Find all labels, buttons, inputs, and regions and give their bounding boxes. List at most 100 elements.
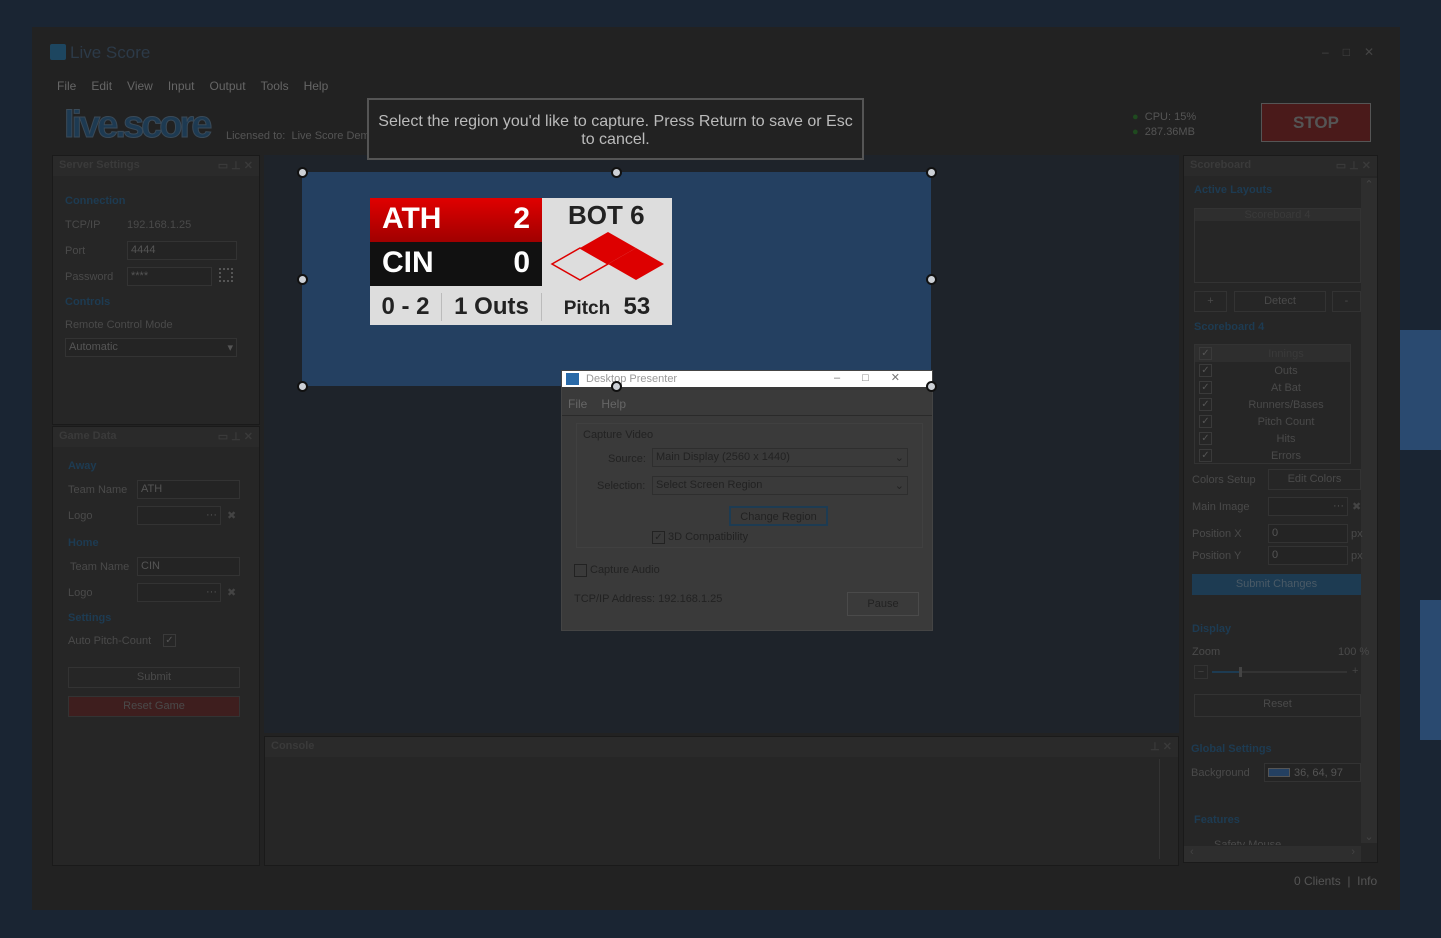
away-score: 2 [513,202,530,235]
scroll-down-icon[interactable]: ⌄ [1361,830,1377,843]
element-checkbox[interactable]: ✓ [1199,381,1212,394]
element-item[interactable]: ✓ Hits [1195,430,1350,447]
posy-label: Position Y [1192,550,1242,562]
scroll-right-icon[interactable]: › [1351,846,1355,862]
element-checkbox[interactable]: ✓ [1199,347,1212,360]
resize-handle-n[interactable] [611,167,622,178]
group-title: Capture Video [583,429,654,441]
chevron-down-icon: ▾ [227,342,233,354]
background-color-picker[interactable]: 36, 64, 97 [1264,763,1361,782]
main-image-browse[interactable]: ··· [1268,497,1348,516]
element-checkbox[interactable]: ✓ [1199,364,1212,377]
vertical-scrollbar[interactable]: ⌃ ⌄ [1361,178,1377,843]
clear-icon[interactable]: ✖ [227,586,236,599]
compat-checkbox[interactable]: ✓ [652,531,665,544]
minimize-button[interactable]: – [1322,45,1329,59]
panel-controls-icon[interactable]: ⊥ ✕ [1150,740,1172,754]
away-team-input[interactable]: ATH [137,480,240,499]
resize-handle-sw[interactable] [297,381,308,392]
zoom-slider-thumb[interactable] [1239,667,1242,677]
panel-controls-icon[interactable]: ▭ ⊥ ✕ [1336,159,1371,173]
home-logo-label: Logo [68,587,93,599]
resize-handle-w[interactable] [297,274,308,285]
scroll-up-icon[interactable]: ⌃ [1361,178,1377,191]
remote-mode-select[interactable]: Automatic ▾ [65,338,237,357]
home-team-label: Team Name [70,561,130,573]
element-item[interactable]: ✓ At Bat [1195,379,1350,396]
zoom-slider[interactable] [1212,667,1347,677]
submit-button[interactable]: Submit [68,667,240,688]
element-checkbox[interactable]: ✓ [1199,415,1212,428]
home-team-input[interactable]: CIN [137,557,240,576]
reset-game-button[interactable]: Reset Game [68,696,240,717]
element-item[interactable]: ✓ Outs [1195,362,1350,379]
selection-select[interactable]: Select Screen Region ⌄ [652,476,908,495]
dialog-window-controls[interactable]: –□✕ [834,371,922,384]
menu-help[interactable]: Help [304,79,329,93]
horizontal-scrollbar[interactable]: ‹ › [1184,846,1361,862]
scroll-left-icon[interactable]: ‹ [1190,846,1194,862]
element-item[interactable]: ✓ Innings [1195,345,1350,362]
panel-controls-icon[interactable]: ▭ ⊥ ✕ [218,430,253,444]
element-item[interactable]: ✓ Errors [1195,447,1350,464]
edit-colors-button[interactable]: Edit Colors [1268,469,1361,490]
resize-handle-nw[interactable] [297,167,308,178]
stop-button[interactable]: STOP [1261,103,1371,142]
tcp-value: 192.168.1.25 [127,219,192,231]
section-display: Display [1192,623,1232,635]
menu-output[interactable]: Output [210,79,246,93]
resize-handle-e[interactable] [926,274,937,285]
clear-icon[interactable]: ✖ [1352,500,1361,513]
port-input[interactable]: 4444 [127,241,237,260]
console-scrollbar[interactable] [1159,759,1160,859]
menu-tools[interactable]: Tools [261,79,289,93]
panel-controls-icon[interactable]: ▭ ⊥ ✕ [218,159,253,173]
away-logo-browse[interactable]: ··· [137,506,221,525]
license-label: Licensed to: [226,130,286,142]
add-layout-button[interactable]: + [1194,291,1227,312]
layouts-list[interactable]: Scoreboard 4 [1194,208,1361,283]
menu-input[interactable]: Input [168,79,195,93]
detect-button[interactable]: Detect [1234,291,1326,312]
zoom-in-button[interactable]: + [1352,665,1358,677]
reset-zoom-button[interactable]: Reset [1194,694,1361,717]
home-logo-browse[interactable]: ··· [137,583,221,602]
change-region-button[interactable]: Change Region [729,506,828,526]
status-bar: 0 Clients | Info [1294,874,1378,888]
remove-layout-button[interactable]: - [1332,291,1361,312]
qr-code-icon[interactable] [219,268,233,282]
info-link[interactable]: Info [1357,874,1377,888]
clear-icon[interactable]: ✖ [227,509,236,522]
zoom-out-button[interactable]: − [1194,665,1208,679]
auto-pitch-checkbox[interactable]: ✓ [163,634,176,647]
layout-item[interactable]: Scoreboard 4 [1195,209,1360,221]
menu-view[interactable]: View [127,79,153,93]
panel-title: Server Settings [59,159,140,171]
submit-changes-button[interactable]: Submit Changes [1192,574,1361,595]
element-checkbox[interactable]: ✓ [1199,432,1212,445]
element-checkbox[interactable]: ✓ [1199,398,1212,411]
element-item[interactable]: ✓ Pitch Count [1195,413,1350,430]
maximize-button[interactable]: □ [1343,45,1350,59]
away-name: ATH [382,202,442,235]
resize-handle-s[interactable] [611,381,622,392]
audio-option[interactable]: Capture Audio [574,564,660,577]
source-select[interactable]: Main Display (2560 x 1440) ⌄ [652,448,908,467]
resize-handle-se[interactable] [926,381,937,392]
element-item[interactable]: ✓ Runners/Bases [1195,396,1350,413]
close-button[interactable]: ✕ [1364,45,1374,59]
posy-input[interactable]: 0 [1268,546,1348,565]
dialog-menu-help[interactable]: Help [601,397,626,411]
element-checkbox[interactable]: ✓ [1199,449,1212,462]
posx-input[interactable]: 0 [1268,524,1348,543]
resize-handle-ne[interactable] [926,167,937,178]
dialog-menu-file[interactable]: File [568,397,587,411]
pause-button[interactable]: Pause [847,592,919,616]
port-label: Port [65,245,86,257]
password-input[interactable]: **** [127,267,212,286]
menu-edit[interactable]: Edit [91,79,112,93]
audio-checkbox[interactable] [574,564,587,577]
menu-file[interactable]: File [57,79,76,93]
compat-option[interactable]: ✓ 3D Compatibility [652,531,748,544]
count: 0 - 2 [370,292,442,321]
